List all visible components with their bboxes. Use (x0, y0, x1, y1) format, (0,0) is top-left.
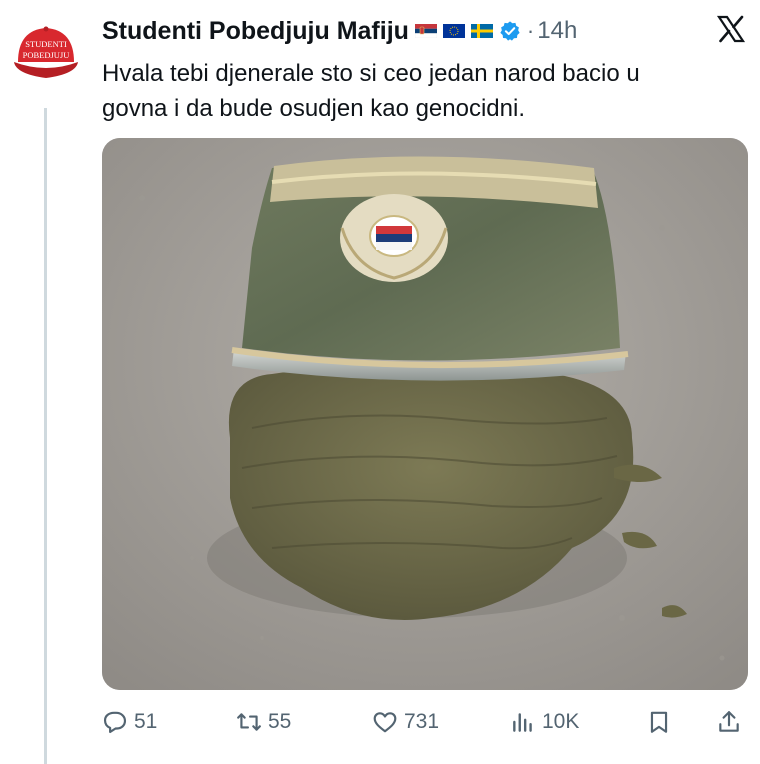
photo-illustration (102, 138, 748, 690)
repost-count: 55 (268, 710, 292, 733)
like-button[interactable]: 731 (372, 704, 439, 740)
reply-icon (103, 711, 127, 734)
bookmark-icon (650, 711, 668, 733)
views-count: 10K (542, 710, 580, 733)
serbia-flag-icon (414, 24, 437, 38)
views-chart-icon (513, 713, 532, 732)
author-name[interactable]: Studenti Pobedjuju Mafiju (102, 17, 409, 46)
avatar-text-1: STUDENTI (25, 39, 67, 49)
reply-button[interactable]: 51 (102, 704, 157, 740)
like-count: 731 (404, 710, 440, 733)
share-icon (719, 711, 739, 732)
repost-button[interactable]: 55 (236, 704, 291, 740)
sweden-flag-icon (470, 24, 493, 38)
share-button[interactable] (716, 704, 742, 740)
avatar[interactable]: STUDENTI POBEDJUJU (10, 16, 82, 88)
thread-line (44, 108, 47, 764)
tweet-text-line-1: Hvala tebi djenerale sto si ceo jedan na… (102, 60, 640, 87)
tweet-actions: 51 55 731 10K (102, 704, 748, 740)
bookmark-button[interactable] (646, 704, 672, 740)
eu-flag-icon (442, 24, 465, 38)
tweet-timestamp[interactable]: 14h (537, 17, 577, 45)
avatar-text-2: POBEDJUJU (23, 50, 70, 60)
separator-dot: · (526, 18, 535, 43)
tweet-text: Hvala tebi djenerale sto si ceo jedan na… (102, 56, 742, 126)
x-logo-icon[interactable] (716, 14, 746, 44)
repost-icon (237, 713, 261, 731)
tweet-text-line-2: govna i da bude osudjen kao genocidni. (102, 95, 525, 122)
tweet-header: Studenti Pobedjuju Mafiju · 14h (102, 14, 746, 48)
verified-badge-icon (500, 21, 520, 41)
tweet-media-image[interactable] (102, 138, 748, 690)
heart-icon (373, 712, 397, 733)
views-button[interactable]: 10K (510, 704, 579, 740)
reply-count: 51 (134, 710, 158, 733)
red-cap-logo: STUDENTI POBEDJUJU (14, 26, 78, 78)
